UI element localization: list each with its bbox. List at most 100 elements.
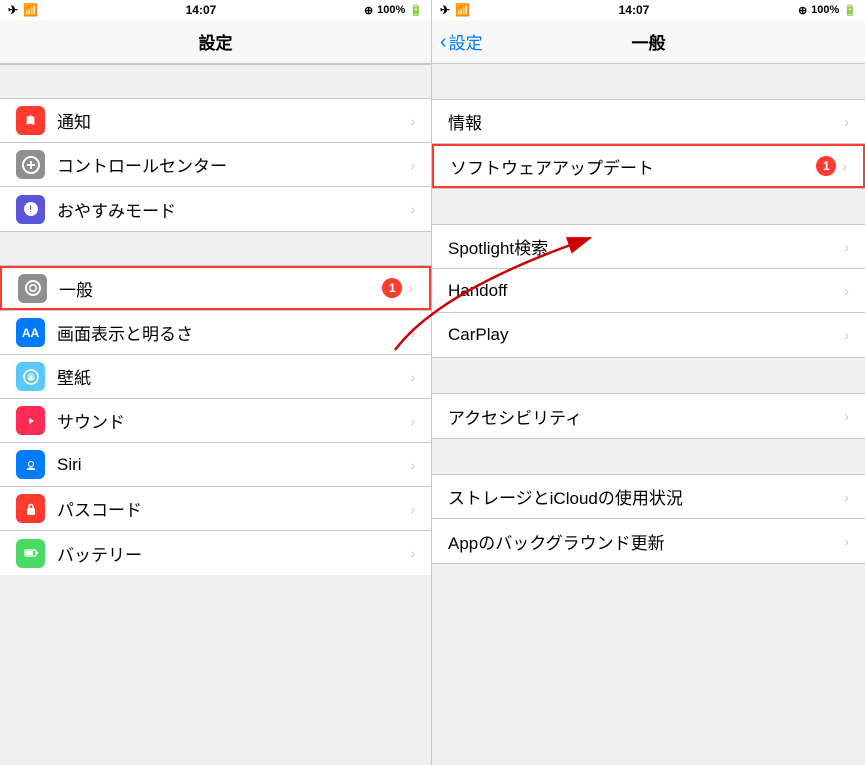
right-section-4: ストレージとiCloudの使用状況 › Appのバックグラウンド更新 ›	[432, 474, 865, 564]
left-time: 14:07	[186, 3, 217, 17]
sounds-icon	[16, 406, 45, 435]
wifi-icon: 📶	[23, 3, 38, 17]
wallpaper-right: ›	[410, 369, 415, 385]
notification-right: ›	[410, 113, 415, 129]
right-nav-bar: ‹ 設定 一般	[432, 20, 865, 64]
settings-item-siri[interactable]: Siri ›	[0, 443, 431, 487]
left-status-left: ✈ 📶	[8, 3, 38, 17]
left-status-bar: ✈ 📶 14:07 ⊕ 100% 🔋	[0, 0, 431, 20]
right-title: 一般	[632, 29, 666, 54]
control-center-label: コントロールセンター	[57, 152, 410, 177]
siri-icon	[16, 450, 45, 479]
general-chevron: ›	[408, 280, 413, 296]
right-gap-1	[432, 64, 865, 99]
control-center-right: ›	[410, 157, 415, 173]
settings-item-general[interactable]: 一般 1 ›	[0, 266, 431, 310]
settings-item-notification[interactable]: 通知 ›	[0, 99, 431, 143]
right-item-info[interactable]: 情報 ›	[432, 100, 865, 144]
storage-chevron: ›	[844, 489, 849, 505]
control-center-icon	[16, 150, 45, 179]
software-update-badge: 1	[816, 156, 836, 176]
back-label: 設定	[449, 29, 483, 54]
carplay-label: CarPlay	[448, 325, 844, 345]
back-button[interactable]: ‹ 設定	[440, 29, 483, 54]
background-app-chevron: ›	[844, 533, 849, 549]
right-battery-percent: 100%	[811, 4, 839, 16]
do-not-disturb-chevron: ›	[410, 201, 415, 217]
settings-item-wallpaper[interactable]: 壁紙 ›	[0, 355, 431, 399]
control-center-chevron: ›	[410, 157, 415, 173]
sounds-right: ›	[410, 413, 415, 429]
right-item-software-update[interactable]: ソフトウェアアップデート 1 ›	[432, 144, 865, 188]
info-right: ›	[844, 114, 849, 130]
software-update-chevron: ›	[842, 158, 847, 174]
do-not-disturb-right: ›	[410, 201, 415, 217]
right-status-right: ⊕ 100% 🔋	[798, 4, 857, 17]
right-location-icon: ⊕	[798, 4, 807, 17]
right-gap-4	[432, 439, 865, 474]
battery-icon: 🔋	[409, 4, 423, 17]
settings-item-battery[interactable]: バッテリー ›	[0, 531, 431, 575]
handoff-chevron: ›	[844, 283, 849, 299]
right-item-carplay[interactable]: CarPlay ›	[432, 313, 865, 357]
location-icon: ⊕	[364, 4, 373, 17]
settings-item-sounds[interactable]: サウンド ›	[0, 399, 431, 443]
right-section-1: 情報 › ソフトウェアアップデート 1 ›	[432, 99, 865, 189]
display-icon: AA	[16, 318, 45, 347]
right-panel: ✈ 📶 14:07 ⊕ 100% 🔋 ‹ 設定 一般 情報 › ソフトウェアアッ…	[432, 0, 865, 765]
right-item-storage[interactable]: ストレージとiCloudの使用状況 ›	[432, 475, 865, 519]
notification-label: 通知	[57, 108, 410, 133]
passcode-right: ›	[410, 501, 415, 517]
passcode-label: パスコード	[57, 496, 410, 521]
left-settings-group-1: 通知 › コントロールセンター › おやすみモード ›	[0, 99, 431, 231]
do-not-disturb-icon	[16, 195, 45, 224]
left-panel: ✈ 📶 14:07 ⊕ 100% 🔋 設定 通知 › コン	[0, 0, 432, 765]
left-settings-group-3: AA 画面表示と明るさ › 壁紙 › サウンド ›	[0, 310, 431, 575]
right-section-3: アクセシビリティ ›	[432, 393, 865, 439]
battery-chevron: ›	[410, 545, 415, 561]
battery-label: バッテリー	[57, 541, 410, 566]
siri-chevron: ›	[410, 457, 415, 473]
spotlight-right: ›	[844, 239, 849, 255]
settings-item-passcode[interactable]: パスコード ›	[0, 487, 431, 531]
info-chevron: ›	[844, 114, 849, 130]
right-time: 14:07	[619, 3, 650, 17]
display-right: ›	[410, 325, 415, 341]
display-label: 画面表示と明るさ	[57, 320, 410, 345]
siri-right: ›	[410, 457, 415, 473]
spotlight-label: Spotlight検索	[448, 234, 844, 259]
storage-right: ›	[844, 489, 849, 505]
left-title: 設定	[199, 29, 233, 54]
spotlight-chevron: ›	[844, 239, 849, 255]
right-item-accessibility[interactable]: アクセシビリティ ›	[432, 394, 865, 438]
right-item-background-app[interactable]: Appのバックグラウンド更新 ›	[432, 519, 865, 563]
wallpaper-chevron: ›	[410, 369, 415, 385]
software-update-right: 1 ›	[816, 156, 847, 176]
general-label: 一般	[59, 276, 382, 301]
settings-item-control-center[interactable]: コントロールセンター ›	[0, 143, 431, 187]
accessibility-chevron: ›	[844, 408, 849, 424]
accessibility-label: アクセシビリティ	[448, 404, 844, 429]
right-status-left: ✈ 📶	[440, 3, 470, 17]
carplay-right: ›	[844, 327, 849, 343]
wallpaper-icon	[16, 362, 45, 391]
right-battery-icon: 🔋	[843, 4, 857, 17]
left-nav-bar: 設定	[0, 20, 431, 64]
left-status-right: ⊕ 100% 🔋	[364, 4, 423, 17]
handoff-label: Handoff	[448, 281, 844, 301]
display-chevron: ›	[410, 325, 415, 341]
right-item-handoff[interactable]: Handoff ›	[432, 269, 865, 313]
wallpaper-label: 壁紙	[57, 364, 410, 389]
right-gap-3	[432, 358, 865, 393]
right-gap-2	[432, 189, 865, 224]
back-chevron-icon: ‹	[440, 32, 447, 52]
passcode-chevron: ›	[410, 501, 415, 517]
general-badge: 1	[382, 278, 402, 298]
sounds-chevron: ›	[410, 413, 415, 429]
info-label: 情報	[448, 109, 844, 134]
siri-label: Siri	[57, 455, 410, 475]
right-item-spotlight[interactable]: Spotlight検索 ›	[432, 225, 865, 269]
settings-item-display[interactable]: AA 画面表示と明るさ ›	[0, 311, 431, 355]
settings-item-do-not-disturb[interactable]: おやすみモード ›	[0, 187, 431, 231]
general-right: 1 ›	[382, 278, 413, 298]
